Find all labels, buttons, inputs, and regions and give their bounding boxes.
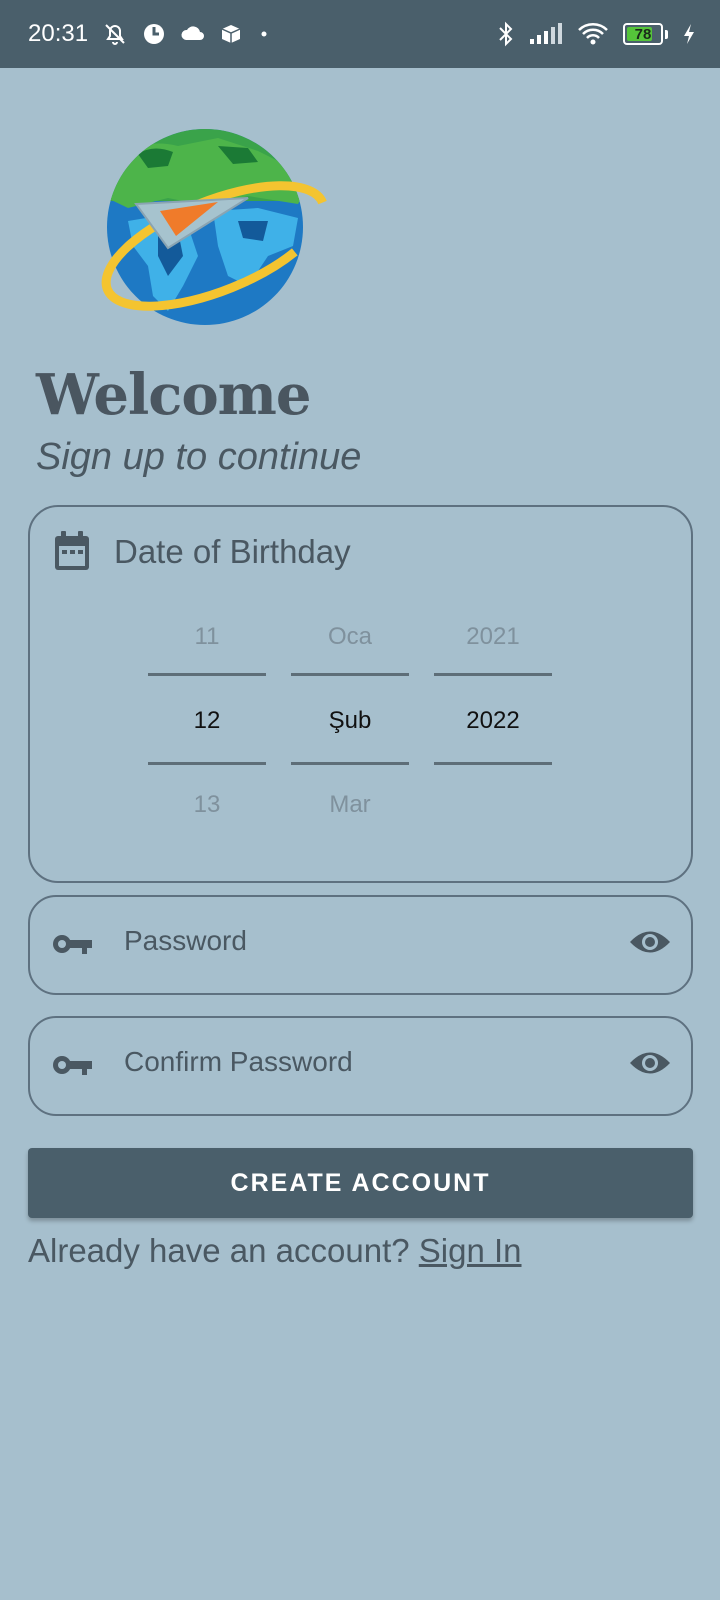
year-selected[interactable]: 2022 — [434, 707, 552, 735]
charging-icon — [682, 23, 696, 45]
date-picker: 11 12 13 Oca Şub Mar 2021 2022 — [148, 607, 552, 827]
month-selected[interactable]: Şub — [291, 707, 409, 735]
key-icon — [52, 931, 94, 962]
create-account-button[interactable]: CREATE ACCOUNT — [28, 1148, 693, 1218]
day-divider-top — [148, 673, 266, 676]
app-icon — [142, 22, 166, 46]
wifi-icon — [577, 22, 609, 46]
dot-icon — [256, 26, 272, 42]
day-selected[interactable]: 12 — [148, 707, 266, 735]
day-divider-bottom — [148, 762, 266, 765]
signin-row: Already have an account? Sign In — [28, 1232, 522, 1270]
month-divider-bottom — [291, 762, 409, 765]
alarm-off-icon — [102, 21, 128, 47]
signin-prompt: Already have an account? — [28, 1232, 419, 1269]
date-of-birth-label: Date of Birthday — [114, 533, 351, 570]
globe-logo — [98, 126, 332, 332]
password-input[interactable] — [124, 925, 604, 957]
year-prev[interactable]: 2021 — [434, 623, 552, 651]
status-bar: 20:31 78 — [0, 0, 720, 68]
status-right: 78 — [497, 21, 696, 47]
month-picker[interactable]: Oca Şub Mar — [291, 607, 409, 827]
day-prev[interactable]: 11 — [148, 623, 266, 651]
cloud-icon — [180, 24, 206, 44]
confirm-password-input[interactable] — [124, 1046, 604, 1078]
month-next[interactable]: Mar — [291, 791, 409, 819]
signal-icon — [529, 23, 563, 45]
month-divider-top — [291, 673, 409, 676]
battery-icon: 78 — [623, 23, 663, 45]
date-of-birth-card: Date of Birthday 11 12 13 Oca Şub Mar 20… — [28, 505, 693, 883]
signin-link[interactable]: Sign In — [419, 1232, 522, 1269]
month-prev[interactable]: Oca — [291, 623, 409, 651]
password-field[interactable] — [28, 895, 693, 995]
show-password-icon[interactable] — [629, 927, 671, 962]
status-left: 20:31 — [28, 20, 272, 48]
battery-cap — [665, 29, 668, 39]
year-picker[interactable]: 2021 2022 — [434, 607, 552, 827]
page-title: Welcome — [36, 362, 312, 428]
battery-level: 78 — [634, 25, 652, 43]
calendar-icon — [54, 531, 90, 576]
bluetooth-icon — [497, 21, 515, 47]
page-subtitle: Sign up to continue — [36, 436, 362, 478]
day-next[interactable]: 13 — [148, 791, 266, 819]
year-divider-top — [434, 673, 552, 676]
year-divider-bottom — [434, 762, 552, 765]
status-time: 20:31 — [28, 20, 89, 47]
show-confirm-password-icon[interactable] — [629, 1048, 671, 1083]
key-icon — [52, 1052, 94, 1083]
day-picker[interactable]: 11 12 13 — [148, 607, 266, 827]
box-icon — [220, 23, 242, 45]
confirm-password-field[interactable] — [28, 1016, 693, 1116]
